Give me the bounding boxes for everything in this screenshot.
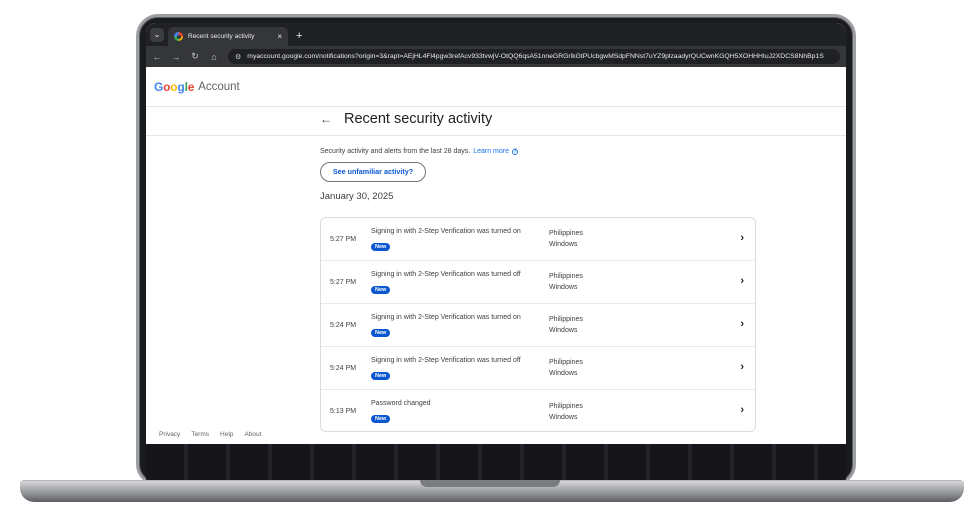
- tab-close-icon[interactable]: ×: [277, 32, 282, 41]
- activity-row[interactable]: 5:13 PM Password changed New Philippines…: [321, 390, 755, 431]
- activity-device: Windows: [549, 327, 578, 334]
- activity-row[interactable]: 5:24 PM Signing in with 2-Step Verificat…: [321, 304, 755, 347]
- account-page: Google Account ← Recent security activit…: [146, 67, 846, 444]
- chevron-right-icon[interactable]: ›: [740, 404, 744, 416]
- activity-event-text: Signing in with 2-Step Verification was …: [371, 313, 521, 321]
- screen: ⌄ Recent security activity × + ← → ↻ ⌂ ⚙…: [146, 23, 846, 444]
- activity-event-text: Signing in with 2-Step Verification was …: [371, 227, 521, 235]
- activity-time: 5:27 PM: [330, 235, 357, 243]
- activity-location: Philippines Windows: [549, 357, 583, 379]
- url-text: myaccount.google.com/notifications?origi…: [247, 53, 824, 60]
- activity-row[interactable]: 5:27 PM Signing in with 2-Step Verificat…: [321, 218, 755, 261]
- keyboard-reflection: [146, 444, 846, 480]
- page-title: Recent security activity: [344, 111, 493, 127]
- title-divider: [146, 135, 846, 136]
- tab-search-chevron-icon[interactable]: ⌄: [150, 28, 164, 42]
- learn-more-link[interactable]: Learn more: [473, 148, 509, 155]
- new-badge: New: [371, 415, 391, 423]
- footer-about-link[interactable]: About: [244, 431, 261, 438]
- activity-event-text: Signing in with 2-Step Verification was …: [371, 356, 521, 364]
- new-badge: New: [371, 242, 391, 251]
- footer-privacy-link[interactable]: Privacy: [159, 431, 180, 438]
- home-icon[interactable]: ⌂: [209, 52, 219, 62]
- activity-location: Philippines Windows: [549, 314, 583, 336]
- browser-tab[interactable]: Recent security activity ×: [168, 27, 288, 46]
- activity-device: Windows: [549, 241, 578, 248]
- activity-country: Philippines: [549, 230, 583, 237]
- forward-icon[interactable]: →: [171, 52, 181, 62]
- new-badge: New: [371, 285, 391, 294]
- activity-event-text: Password changed: [371, 400, 431, 407]
- new-tab-icon[interactable]: +: [296, 30, 302, 42]
- tab-title: Recent security activity: [188, 33, 255, 40]
- activity-event: Password changed New: [371, 398, 549, 425]
- activity-time: 5:24 PM: [330, 364, 357, 372]
- google-logo[interactable]: Google: [154, 80, 194, 94]
- chevron-right-icon[interactable]: ›: [740, 318, 744, 330]
- browser-toolbar: ← → ↻ ⌂ ⚙ myaccount.google.com/notificat…: [146, 46, 846, 67]
- activity-device: Windows: [549, 413, 578, 421]
- activity-event: Signing in with 2-Step Verification was …: [371, 355, 549, 382]
- chevron-right-icon[interactable]: ›: [740, 275, 744, 287]
- activity-event: Signing in with 2-Step Verification was …: [371, 269, 549, 296]
- activity-location: Philippines Windows: [549, 401, 583, 423]
- footer-help-link[interactable]: Help: [220, 431, 233, 438]
- activity-time: 5:13 PM: [330, 408, 357, 415]
- footer-links: Privacy Terms Help About: [159, 431, 261, 438]
- reload-icon[interactable]: ↻: [190, 51, 200, 62]
- activity-location: Philippines Windows: [549, 228, 583, 250]
- activity-row[interactable]: 5:24 PM Signing in with 2-Step Verificat…: [321, 347, 755, 390]
- see-unfamiliar-activity-button[interactable]: See unfamiliar activity?: [320, 162, 426, 182]
- activity-location: Philippines Windows: [549, 271, 583, 293]
- activity-event: Signing in with 2-Step Verification was …: [371, 226, 549, 253]
- activity-event: Signing in with 2-Step Verification was …: [371, 312, 549, 339]
- help-circle-icon[interactable]: ?: [511, 148, 518, 155]
- title-row: ← Recent security activity: [320, 107, 492, 131]
- laptop-notch: [420, 480, 560, 487]
- chevron-right-icon[interactable]: ›: [740, 232, 744, 244]
- activity-country: Philippines: [549, 402, 583, 410]
- activity-country: Philippines: [549, 273, 583, 280]
- activity-country: Philippines: [549, 316, 583, 323]
- activity-event-text: Signing in with 2-Step Verification was …: [371, 270, 521, 278]
- activity-list: 5:27 PM Signing in with 2-Step Verificat…: [320, 217, 756, 432]
- new-badge: New: [371, 371, 391, 380]
- account-header: Google Account: [146, 67, 846, 107]
- tab-bar: ⌄ Recent security activity × +: [146, 23, 846, 46]
- chevron-right-icon[interactable]: ›: [740, 361, 744, 373]
- activity-device: Windows: [549, 370, 578, 377]
- google-favicon-icon: [174, 32, 183, 41]
- site-info-icon[interactable]: ⚙: [235, 53, 241, 61]
- intro-text: Security activity and alerts from the la…: [320, 148, 518, 155]
- activity-time: 5:27 PM: [330, 278, 357, 286]
- back-icon[interactable]: ←: [152, 52, 162, 62]
- activity-time: 5:24 PM: [330, 321, 357, 329]
- account-brand-text: Account: [198, 80, 240, 93]
- address-bar[interactable]: ⚙ myaccount.google.com/notifications?ori…: [228, 49, 840, 64]
- back-arrow-icon[interactable]: ←: [320, 112, 332, 126]
- intro-sentence: Security activity and alerts from the la…: [320, 148, 471, 155]
- activity-row[interactable]: 5:27 PM Signing in with 2-Step Verificat…: [321, 261, 755, 304]
- date-heading: January 30, 2025: [320, 191, 394, 202]
- footer-terms-link[interactable]: Terms: [191, 431, 209, 438]
- new-badge: New: [371, 328, 391, 337]
- activity-country: Philippines: [549, 359, 583, 366]
- activity-device: Windows: [549, 284, 578, 291]
